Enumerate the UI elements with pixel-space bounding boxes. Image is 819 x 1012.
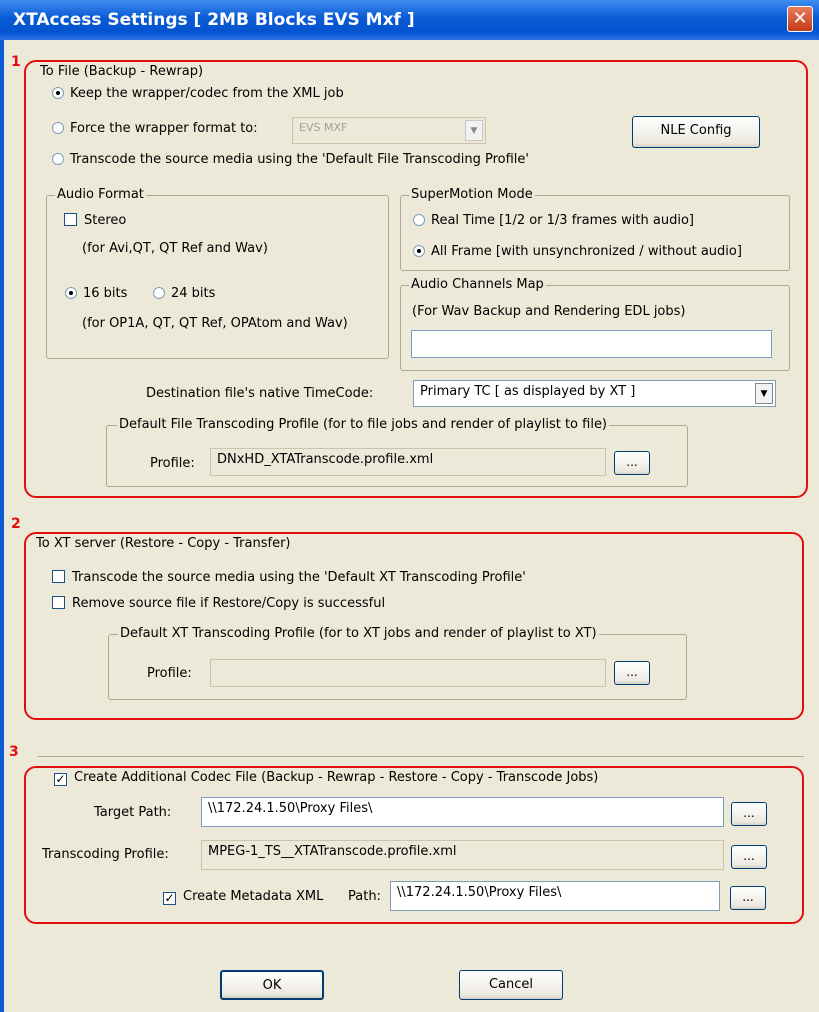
timecode-dropdown[interactable]: Primary TC [ as displayed by XT ] ▼ <box>413 380 776 407</box>
radio-unselected-icon <box>153 287 165 299</box>
allframe-radio[interactable]: All Frame [with unsynchronized / without… <box>413 244 742 259</box>
metadata-path-input[interactable]: \\172.24.1.50\Proxy Files\ <box>390 881 720 911</box>
target-path-input[interactable]: \\172.24.1.50\Proxy Files\ <box>201 797 724 827</box>
radio-unselected-icon <box>413 214 425 226</box>
xt-profile-browse-button[interactable]: ... <box>614 661 650 685</box>
allframe-label: All Frame [with unsynchronized / without… <box>431 244 742 259</box>
radio-selected-icon <box>413 245 425 257</box>
to-file-legend: To File (Backup - Rewrap) <box>38 64 206 79</box>
audio-channels-note: (For Wav Backup and Rendering EDL jobs) <box>412 304 686 319</box>
chevron-down-icon: ▼ <box>465 120 483 141</box>
radio-selected-icon <box>65 287 77 299</box>
bits16-label: 16 bits <box>83 286 128 301</box>
file-profile-field[interactable]: DNxHD_XTATranscode.profile.xml <box>210 448 606 476</box>
realtime-radio[interactable]: Real Time [1/2 or 1/3 frames with audio] <box>413 213 694 228</box>
checkbox-checked-icon: ✓ <box>163 891 176 905</box>
remove-source-checkbox[interactable]: Remove source file if Restore/Copy is su… <box>52 596 385 611</box>
file-profile-label: Profile: <box>150 456 195 471</box>
checkbox-unchecked-icon <box>52 570 65 583</box>
to-xt-legend: To XT server (Restore - Copy - Transfer) <box>34 536 293 551</box>
audio-channels-map-group <box>400 285 790 371</box>
section-number-1: 1 <box>11 54 21 70</box>
checkbox-checked-icon: ✓ <box>54 772 67 786</box>
radio-unselected-icon <box>52 153 64 165</box>
xt-profile-legend: Default XT Transcoding Profile (for to X… <box>118 626 599 641</box>
transcode-file-label: Transcode the source media using the 'De… <box>70 152 529 167</box>
chevron-down-icon: ▼ <box>755 383 773 404</box>
bits16-radio[interactable]: 16 bits <box>65 286 127 301</box>
metadata-path-browse-button[interactable]: ... <box>730 886 766 910</box>
bits24-radio[interactable]: 24 bits <box>153 286 215 301</box>
transcoding-profile-field[interactable]: MPEG-1_TS__XTATranscode.profile.xml <box>201 840 724 870</box>
close-button[interactable]: ✕ <box>787 6 813 32</box>
bits-note: (for OP1A, QT, QT Ref, OPAtom and Wav) <box>82 316 348 331</box>
radio-unselected-icon <box>52 122 64 134</box>
radio-selected-icon <box>52 87 64 99</box>
keep-wrapper-radio[interactable]: Keep the wrapper/codec from the XML job <box>52 86 344 101</box>
transcode-file-radio[interactable]: Transcode the source media using the 'De… <box>52 152 529 167</box>
force-wrapper-radio[interactable]: Force the wrapper format to: <box>52 121 258 136</box>
stereo-label: Stereo <box>84 213 127 228</box>
window-title: XTAccess Settings [ 2MB Blocks EVS Mxf ] <box>13 10 415 30</box>
xt-profile-field[interactable] <box>210 659 606 687</box>
bits24-label: 24 bits <box>171 286 216 301</box>
transcode-xt-checkbox[interactable]: Transcode the source media using the 'De… <box>52 570 526 585</box>
file-profile-legend: Default File Transcoding Profile (for to… <box>117 417 610 432</box>
keep-wrapper-label: Keep the wrapper/codec from the XML job <box>70 86 344 101</box>
create-codec-checkbox[interactable]: ✓ Create Additional Codec File (Backup - … <box>52 770 601 786</box>
transcode-xt-label: Transcode the source media using the 'De… <box>72 570 526 585</box>
title-bar: XTAccess Settings [ 2MB Blocks EVS Mxf ]… <box>0 0 819 40</box>
section-number-2: 2 <box>11 516 21 532</box>
supermotion-group <box>400 195 790 271</box>
checkbox-unchecked-icon <box>64 213 77 226</box>
timecode-value: Primary TC [ as displayed by XT ] <box>420 384 636 399</box>
section-number-3: 3 <box>9 744 19 760</box>
audio-channels-input[interactable] <box>411 330 772 358</box>
realtime-label: Real Time [1/2 or 1/3 frames with audio] <box>431 213 694 228</box>
create-metadata-label: Create Metadata XML <box>183 889 324 904</box>
codec-group-border <box>38 756 804 757</box>
stereo-note: (for Avi,QT, QT Ref and Wav) <box>82 241 268 256</box>
target-path-browse-button[interactable]: ... <box>731 802 767 826</box>
nle-config-button[interactable]: NLE Config <box>632 116 760 148</box>
wrapper-format-value: EVS MXF <box>299 121 348 134</box>
timecode-label: Destination file's native TimeCode: <box>146 386 374 401</box>
create-metadata-checkbox[interactable]: ✓ Create Metadata XML <box>163 889 323 905</box>
transcoding-profile-browse-button[interactable]: ... <box>731 845 767 869</box>
remove-source-label: Remove source file if Restore/Copy is su… <box>72 596 386 611</box>
supermotion-legend: SuperMotion Mode <box>409 187 535 202</box>
audio-format-legend: Audio Format <box>55 187 146 202</box>
xt-profile-label: Profile: <box>147 666 192 681</box>
wrapper-format-dropdown[interactable]: EVS MXF ▼ <box>292 117 486 144</box>
file-profile-browse-button[interactable]: ... <box>614 451 650 475</box>
force-wrapper-label: Force the wrapper format to: <box>70 121 258 136</box>
transcoding-profile-label: Transcoding Profile: <box>42 847 169 862</box>
target-path-label: Target Path: <box>94 805 172 820</box>
metadata-path-label: Path: <box>348 889 381 904</box>
checkbox-unchecked-icon <box>52 596 65 609</box>
create-codec-label: Create Additional Codec File (Backup - R… <box>74 770 599 785</box>
audio-channels-legend: Audio Channels Map <box>409 277 546 292</box>
ok-button[interactable]: OK <box>220 970 324 1000</box>
stereo-checkbox[interactable]: Stereo <box>64 213 126 228</box>
cancel-button[interactable]: Cancel <box>459 970 563 1000</box>
window-left-border <box>0 40 4 1012</box>
